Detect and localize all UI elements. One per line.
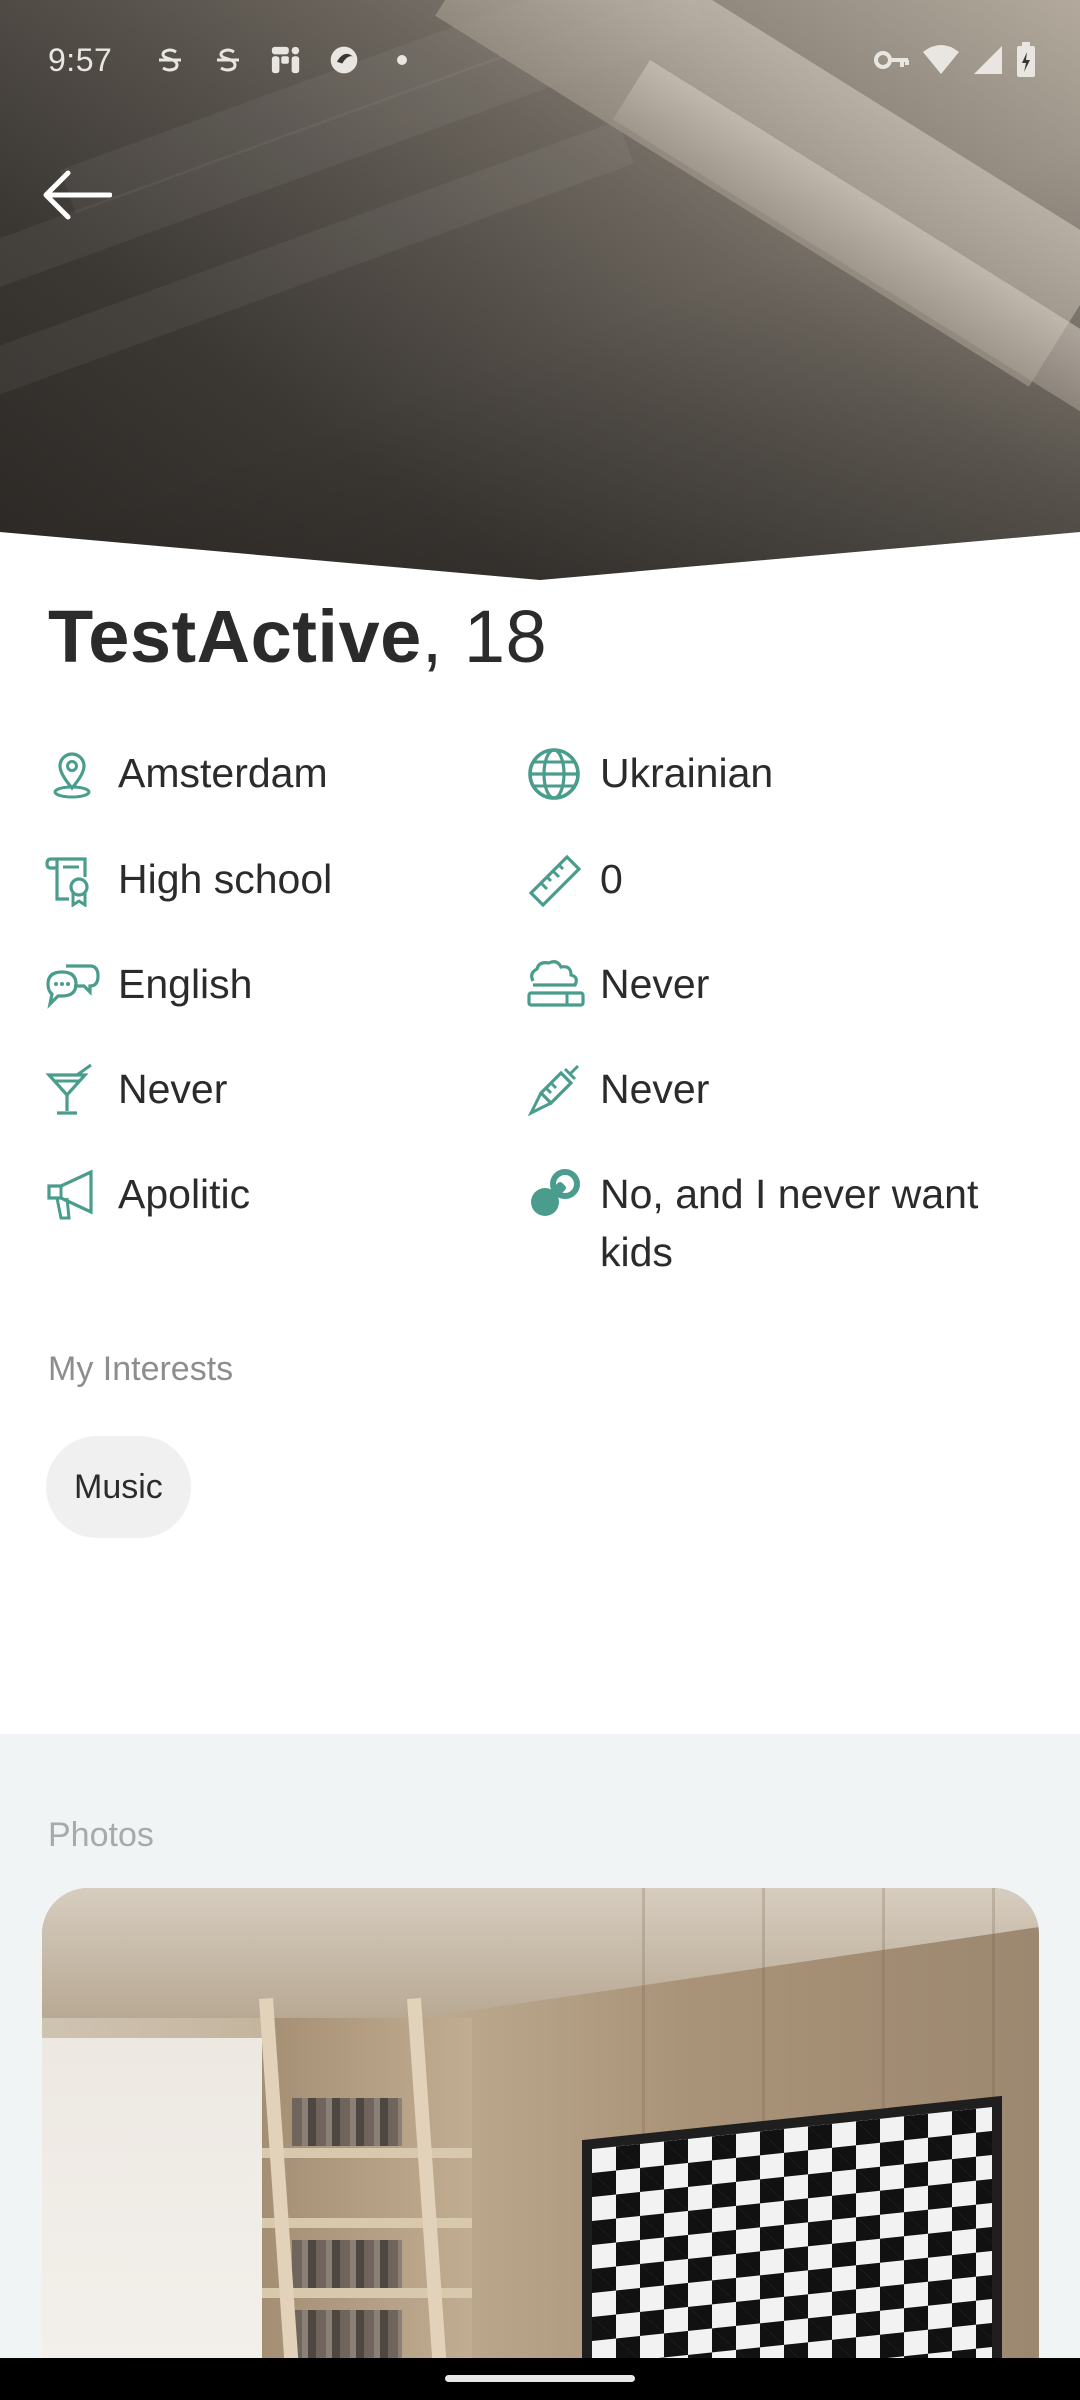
detail-politics-value: Apolitic [118,1171,251,1217]
interest-chip[interactable]: Music [46,1436,191,1538]
status-time: 9:57 [48,41,113,78]
location-pin-icon [42,744,102,804]
detail-kids: No, and I never want kids [524,1165,1024,1281]
detail-kids-value: No, and I never want kids [600,1171,979,1275]
detail-location-value: Amsterdam [118,750,328,796]
wifi-icon [922,44,960,81]
back-button[interactable] [34,160,118,230]
signal-icon [972,44,1004,81]
detail-drinking-value: Never [118,1066,228,1112]
circle-app-icon [328,44,360,76]
detail-drugs: Never [524,1060,709,1120]
detail-education: High school [42,850,332,910]
profile-age: , 18 [421,595,548,678]
pacifier-icon [524,1165,584,1225]
detail-drugs-value: Never [600,1066,710,1112]
arrow-left-icon [43,170,112,220]
globe-icon [524,744,584,804]
vpn-key-icon [874,48,910,77]
diploma-icon [42,850,102,910]
speech-bubbles-icon [42,955,102,1015]
fi-app-icon [270,44,302,76]
profile-name-age: TestActive, 18 [48,600,547,674]
profile-photo[interactable] [42,1888,1039,2400]
cocktail-icon [42,1060,102,1120]
strikethrough-s-icon [154,44,186,76]
detail-height: 0 [524,850,623,910]
megaphone-icon [42,1165,102,1225]
system-icons [874,42,1036,83]
syringe-icon [524,1060,584,1120]
profile-screen: 9:57 TestActive, 18 Amsterdam High schoo… [0,0,1080,2400]
detail-language-value: English [118,961,253,1007]
detail-smoking-value: Never [600,961,710,1007]
photos-label: Photos [48,1816,154,1854]
battery-charging-icon [1016,42,1036,83]
detail-language: English [42,955,252,1015]
interests-label: My Interests [48,1350,234,1388]
detail-drinking: Never [42,1060,227,1120]
detail-politics: Apolitic [42,1165,250,1225]
home-indicator[interactable] [445,2375,635,2382]
strikethrough-s-icon [212,44,244,76]
detail-location: Amsterdam [42,744,328,804]
detail-nationality: Ukrainian [524,744,773,804]
detail-smoking: Never [524,955,709,1015]
detail-height-value: 0 [600,856,623,902]
ruler-icon [524,850,584,910]
smoking-icon [524,955,588,1015]
dot-icon [386,44,418,76]
notification-icons [154,44,418,76]
status-bar: 9:57 [0,0,1080,120]
detail-nationality-value: Ukrainian [600,750,774,796]
detail-education-value: High school [118,856,333,902]
profile-name: TestActive [48,595,422,678]
